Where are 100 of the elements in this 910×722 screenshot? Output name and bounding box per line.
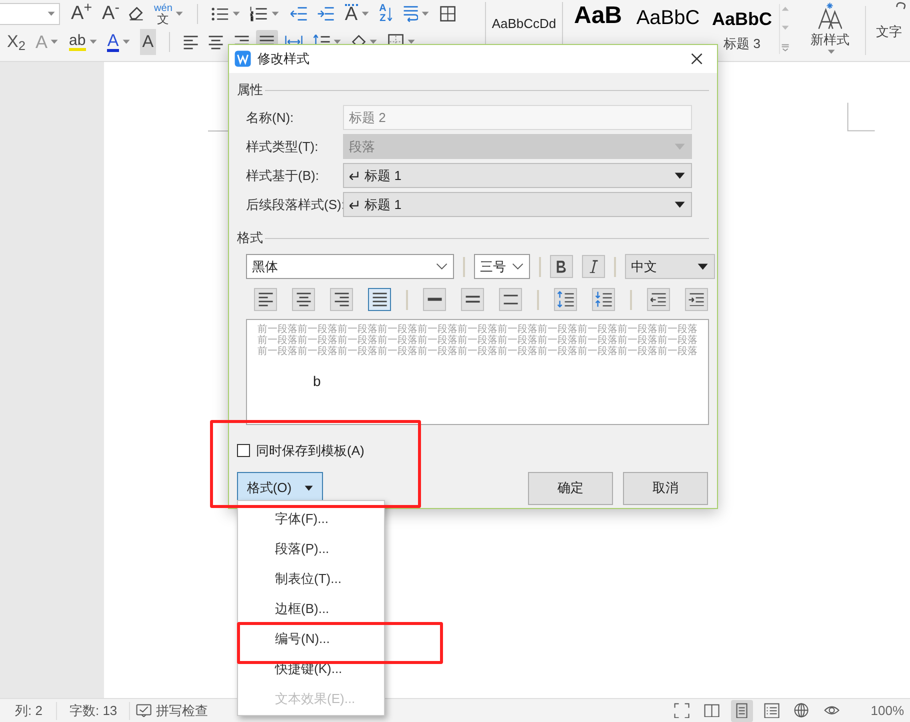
caret-icon	[304, 484, 314, 492]
grow-font-button[interactable]: A$^{+}$	[68, 2, 96, 26]
text-tools-icon	[896, 2, 906, 10]
justify-button[interactable]	[368, 288, 391, 311]
margin-mark-icon	[847, 102, 876, 132]
preview-text: 前一段落前一段落前一段落前一段落前一段落前一段落前一段落前一段落前一段落前一段落前一段落	[258, 335, 698, 346]
book-icon	[704, 704, 720, 718]
eye-icon	[824, 706, 840, 715]
field-label: 名称(N):	[245, 108, 295, 127]
table-icon	[440, 6, 456, 22]
sort-button[interactable]: AZ	[376, 2, 396, 26]
italic-button[interactable]	[582, 255, 605, 278]
style-dropdown[interactable]: 标题 1	[343, 192, 692, 217]
space-decrease-icon	[594, 291, 612, 308]
character-spacing-button[interactable]: A	[342, 2, 372, 26]
menu-item: 文本效果(E)...	[274, 690, 356, 708]
numbered-list-icon	[250, 6, 268, 22]
menu-item[interactable]: 编号(N)...	[238, 624, 384, 654]
line-spacing-double-icon	[502, 294, 518, 306]
down-arrow-icon	[387, 6, 393, 22]
indent-decrease-button[interactable]	[647, 288, 670, 311]
align-left-icon	[258, 292, 274, 307]
menu-item[interactable]: 字体(F)...	[238, 504, 384, 534]
align-right-icon	[334, 292, 350, 307]
style-preset[interactable]: AaB	[565, 2, 631, 58]
page-view-button[interactable]	[730, 700, 753, 722]
gallery-scrollbar[interactable]	[779, 4, 791, 54]
zoom-level: 100%	[870, 702, 904, 720]
column-indicator: 列: 2	[14, 702, 44, 720]
justify-icon	[372, 292, 388, 307]
field-label: 后续段落样式(S):	[245, 196, 343, 214]
name-field: 标题 2	[343, 105, 692, 130]
space-decrease-button[interactable]	[592, 288, 615, 311]
dialog-title: 修改样式	[258, 50, 310, 68]
style-preset[interactable]: AaBbC 标题 3	[705, 2, 779, 58]
spell-check-button[interactable]: 拼写检查	[130, 700, 214, 720]
space-increase-icon	[556, 291, 574, 308]
subscript-button[interactable]: X$_{2}$	[4, 30, 28, 54]
return-arrow-icon	[349, 200, 359, 210]
align-center-icon	[208, 34, 224, 50]
phonetic-guide-button[interactable]: wén 文	[151, 2, 187, 26]
align-center-button[interactable]	[292, 288, 315, 311]
align-left-icon	[182, 34, 198, 50]
caret-icon	[674, 142, 686, 150]
checkbox[interactable]	[237, 444, 250, 458]
globe-icon	[794, 703, 810, 718]
dialog-button[interactable]: 取消	[623, 472, 708, 504]
line-spacing-single-button[interactable]	[423, 288, 446, 311]
bold-icon	[556, 260, 567, 274]
caret-icon[interactable]	[674, 172, 686, 180]
style-dropdown[interactable]: 标题 1	[343, 163, 692, 188]
eraser-icon	[129, 7, 144, 21]
font-dropdown[interactable]: 黑体	[246, 254, 454, 279]
outline-view-icon	[764, 702, 780, 718]
outdent-icon	[290, 7, 308, 21]
line-spacing-half-icon	[464, 295, 480, 304]
indent-increase-icon	[688, 292, 705, 306]
menu-item[interactable]: 段落(P)...	[238, 534, 384, 564]
menu-item[interactable]: 制表位(T)...	[238, 564, 384, 594]
line-spacing-double-button[interactable]	[499, 288, 522, 311]
page-view-icon	[736, 702, 748, 718]
font-size-field[interactable]	[0, 3, 60, 25]
text-tools-button[interactable]: 文字	[876, 0, 906, 61]
section-heading: 格式	[237, 229, 263, 248]
indent-increase-button[interactable]	[685, 288, 708, 311]
style-preset[interactable]: AaBbC	[631, 2, 705, 58]
bold-button[interactable]	[550, 255, 573, 278]
line-spacing-half-button[interactable]	[461, 288, 484, 311]
space-increase-button[interactable]	[554, 288, 577, 311]
section-heading: 属性	[237, 81, 263, 100]
font-color-button[interactable]: A	[104, 30, 134, 54]
chevron-down-icon	[436, 263, 448, 270]
dialog-button[interactable]: 确定	[528, 472, 613, 504]
preview-text: 前一段落前一段落前一段落前一段落前一段落前一段落前一段落前一段落前一段落前一段落前一段落	[258, 346, 698, 357]
field-label: 样式基于(B):	[245, 166, 320, 185]
field-label: 样式类型(T):	[245, 138, 320, 156]
caret-icon	[697, 262, 709, 270]
indent-decrease-icon	[650, 292, 667, 306]
align-right-button[interactable]	[330, 288, 353, 311]
align-center-icon	[296, 292, 312, 307]
menu-item[interactable]: 边框(B)...	[238, 594, 384, 624]
highlight-button[interactable]: ab	[66, 30, 100, 54]
sample-text: b	[313, 372, 321, 391]
italic-icon	[588, 260, 598, 274]
caret-icon[interactable]	[674, 200, 686, 208]
chevron-down-icon	[512, 263, 524, 270]
font-size-dropdown[interactable]: 三号	[474, 254, 530, 279]
expand-icon[interactable]	[781, 44, 790, 52]
indent-icon	[317, 7, 335, 21]
spell-check-icon	[136, 704, 152, 718]
shrink-font-button[interactable]: A$^{-}$	[99, 2, 122, 26]
align-left-button[interactable]	[254, 288, 277, 311]
word-count: 字数: 13	[68, 702, 118, 720]
preview-text: 前一段落前一段落前一段落前一段落前一段落前一段落前一段落前一段落前一段落前一段落前一段落	[258, 324, 698, 335]
line-break-icon	[402, 6, 418, 22]
style-dropdown: 段落	[343, 134, 692, 159]
bullet-list-icon	[211, 6, 229, 22]
new-style-button[interactable]: 新样式	[799, 0, 861, 61]
script-dropdown[interactable]: 中文	[625, 254, 715, 279]
line-spacing-single-icon	[426, 297, 442, 302]
